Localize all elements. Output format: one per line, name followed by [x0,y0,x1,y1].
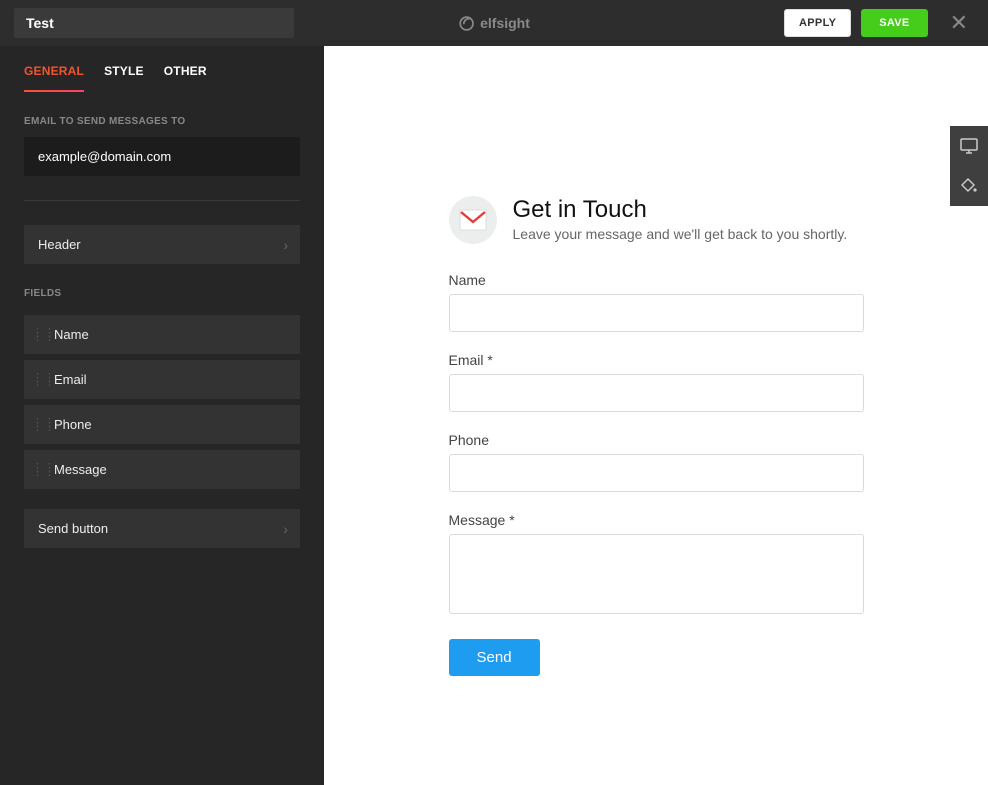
form-title: Get in Touch [513,196,848,224]
name-input[interactable] [449,294,864,332]
send-button[interactable]: Send [449,639,540,676]
desktop-icon [960,138,978,154]
drag-handle-icon[interactable]: ⋮⋮⋮⋮ [32,421,56,429]
chevron-right-icon: › [283,521,288,537]
tab-style[interactable]: STYLE [104,64,144,92]
field-label: Message [54,462,107,477]
email-input[interactable] [449,374,864,412]
message-textarea[interactable] [449,534,864,614]
form-subtitle: Leave your message and we'll get back to… [513,226,848,242]
save-button[interactable]: SAVE [861,9,927,37]
desktop-preview-button[interactable] [950,126,988,166]
close-icon[interactable]: ✕ [938,10,974,36]
brand-logo: elfsight [458,15,530,32]
mail-icon [449,196,497,244]
chevron-right-icon: › [283,237,288,253]
divider [24,200,300,201]
preview-pane: Get in Touch Leave your message and we'l… [324,46,988,785]
field-row-name[interactable]: ⋮⋮⋮⋮ Name [24,315,300,354]
field-row-message[interactable]: ⋮⋮⋮⋮ Message [24,450,300,489]
send-button-settings-row[interactable]: Send button › [24,509,300,548]
field-row-email[interactable]: ⋮⋮⋮⋮ Email [24,360,300,399]
widget-title-input[interactable] [14,8,294,38]
send-button-row-label: Send button [38,521,108,536]
right-toolbar [950,126,988,206]
phone-label: Phone [449,432,864,448]
brand-text: elfsight [480,15,530,31]
message-label: Message * [449,512,864,528]
name-label: Name [449,272,864,288]
theme-button[interactable] [950,166,988,206]
header-settings-row[interactable]: Header › [24,225,300,264]
settings-sidebar: GENERAL STYLE OTHER EMAIL TO SEND MESSAG… [0,46,324,785]
drag-handle-icon[interactable]: ⋮⋮⋮⋮ [32,331,56,339]
email-section-label: EMAIL TO SEND MESSAGES TO [0,92,324,137]
header-row-label: Header [38,237,81,252]
tab-general[interactable]: GENERAL [24,64,84,92]
contact-form: Get in Touch Leave your message and we'l… [449,196,864,785]
email-label: Email * [449,352,864,368]
phone-input[interactable] [449,454,864,492]
brand-icon [458,15,475,32]
field-label: Email [54,372,87,387]
fields-section-label: FIELDS [0,264,324,309]
drag-handle-icon[interactable]: ⋮⋮⋮⋮ [32,466,56,474]
field-row-phone[interactable]: ⋮⋮⋮⋮ Phone [24,405,300,444]
tab-other[interactable]: OTHER [164,64,207,92]
settings-tabs: GENERAL STYLE OTHER [0,46,324,92]
top-bar: elfsight APPLY SAVE ✕ [0,0,988,46]
drag-handle-icon[interactable]: ⋮⋮⋮⋮ [32,376,56,384]
field-label: Name [54,327,89,342]
apply-button[interactable]: APPLY [784,9,851,37]
email-to-input[interactable] [24,137,300,176]
paint-bucket-icon [961,178,977,194]
field-label: Phone [54,417,92,432]
